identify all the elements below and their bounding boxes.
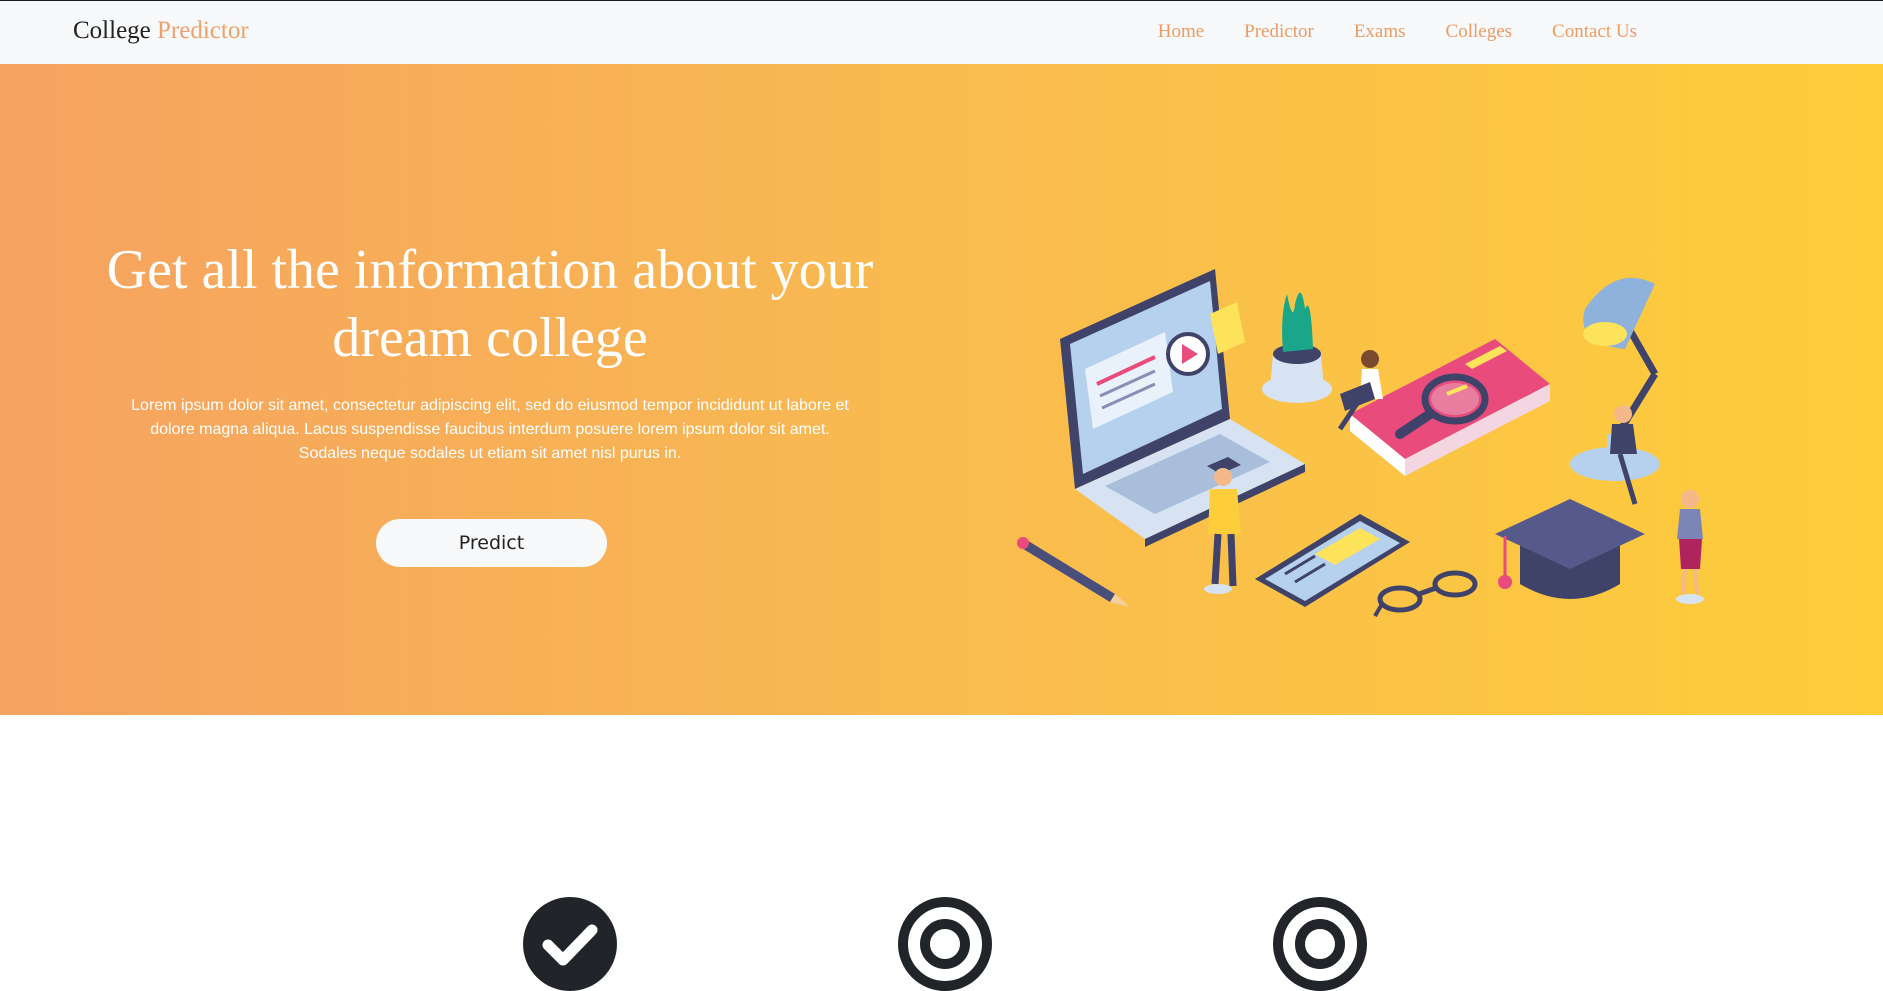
nav-link-colleges[interactable]: Colleges bbox=[1446, 21, 1513, 43]
navbar: College Predictor Home Predictor Exams C… bbox=[0, 0, 1883, 64]
hero-section: Get all the information about your dream… bbox=[0, 64, 1883, 715]
predict-button[interactable]: Predict bbox=[376, 519, 607, 567]
glasses-icon bbox=[1373, 570, 1478, 618]
nav-link-contact-us[interactable]: Contact Us bbox=[1552, 21, 1637, 43]
laptop-icon bbox=[1060, 269, 1305, 547]
target-icon bbox=[898, 897, 992, 991]
woman-standing-icon bbox=[1676, 490, 1704, 604]
plant-icon bbox=[1262, 292, 1332, 403]
graduation-cap-icon bbox=[1495, 499, 1645, 599]
pencil-icon bbox=[1017, 537, 1130, 607]
hero-description: Lorem ipsum dolor sit amet, consectetur … bbox=[131, 397, 849, 462]
nav-link-exams[interactable]: Exams bbox=[1354, 21, 1406, 43]
brand-name-primary: College bbox=[73, 17, 151, 44]
brand-logo[interactable]: College Predictor bbox=[73, 17, 249, 45]
nav-links: Home Predictor Exams Colleges Contact Us bbox=[1158, 21, 1637, 43]
nav-link-predictor[interactable]: Predictor bbox=[1244, 21, 1314, 43]
hero-title: Get all the information about your dream… bbox=[106, 239, 874, 369]
brand-name-accent: Predictor bbox=[157, 17, 249, 44]
target-icon bbox=[1273, 897, 1367, 991]
nav-link-home[interactable]: Home bbox=[1158, 21, 1204, 43]
education-illustration bbox=[1017, 269, 1704, 618]
check-circle-icon bbox=[523, 897, 617, 991]
